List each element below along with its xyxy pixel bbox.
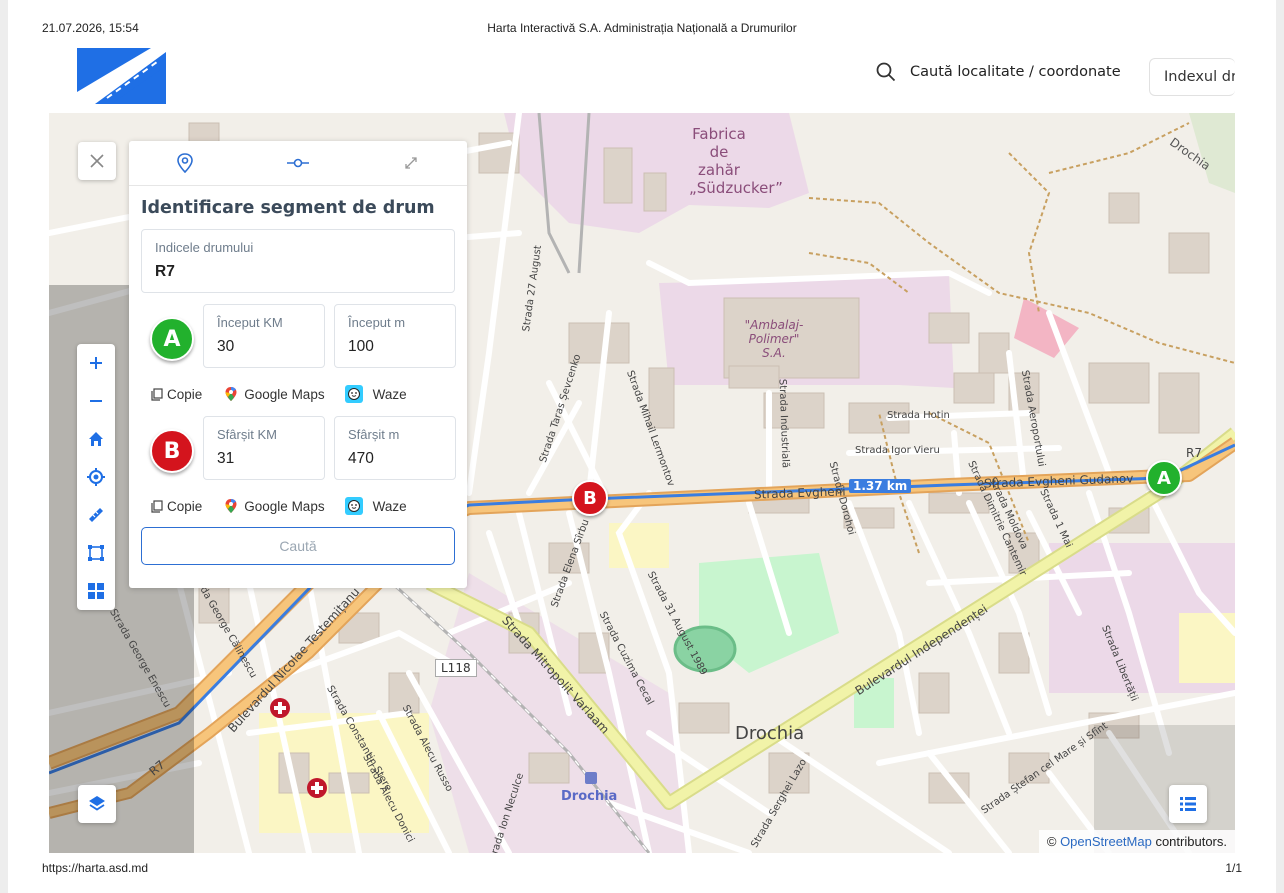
osm-link[interactable]: OpenStreetMap: [1060, 834, 1152, 849]
road-shield-l118: L118: [435, 659, 477, 677]
map-view[interactable]: Fabrica de zahăr „Südzucker” "Ambalaj- Poli…: [49, 113, 1235, 853]
start-copy-link[interactable]: Copie: [151, 387, 202, 402]
map-label-factory: Fabrica de zahăr „Südzucker”: [689, 125, 783, 197]
print-url: https://harta.asd.md: [42, 861, 149, 875]
map-label-ambalaj: "Ambalaj- Polimer" S.A.: [744, 318, 804, 360]
end-waze-link[interactable]: Waze: [344, 497, 407, 515]
end-km-field[interactable]: Sfârșit KM 31: [203, 416, 325, 480]
search-icon: [876, 62, 896, 82]
end-km-value: 31: [217, 450, 235, 467]
grid-icon: [88, 583, 104, 599]
start-km-label: Început KM: [217, 315, 283, 330]
tab-expand[interactable]: [354, 141, 467, 185]
zoom-in-button[interactable]: [77, 344, 115, 382]
tab-location[interactable]: [129, 141, 242, 185]
attribution-prefix: ©: [1046, 834, 1061, 849]
end-waze-label: Waze: [372, 498, 407, 514]
home-icon: [89, 432, 103, 446]
waze-icon: [344, 497, 363, 515]
route-marker-a[interactable]: A: [1146, 460, 1182, 496]
panel-tabs: [129, 141, 467, 186]
measure-button[interactable]: [77, 496, 115, 534]
start-m-value: 100: [348, 338, 374, 355]
start-waze-label: Waze: [372, 386, 407, 402]
end-point-badge: B: [150, 429, 194, 473]
plus-icon: [90, 357, 102, 369]
minus-icon: [90, 400, 102, 402]
attribution-suffix: contributors.: [1151, 834, 1227, 849]
end-copy-link[interactable]: Copie: [151, 499, 202, 514]
street-label-vieru: Strada Igor Vieru: [855, 445, 940, 456]
search-label: Caută localitate / coordonate: [910, 64, 1121, 80]
start-km-field[interactable]: Început KM 30: [203, 304, 325, 368]
list-icon: [1180, 797, 1196, 811]
print-page-number: 1/1: [1225, 861, 1242, 875]
grid-button[interactable]: [77, 572, 115, 610]
copy-icon: [151, 387, 163, 401]
layers-button[interactable]: [78, 785, 116, 823]
start-point-badge: A: [150, 317, 194, 361]
crosshair-icon: [87, 468, 105, 486]
map-label-station: Drochia: [561, 789, 618, 804]
end-m-field[interactable]: Sfârșit m 470: [334, 416, 456, 480]
draw-polygon-button[interactable]: [77, 534, 115, 572]
road-index-search-placeholder: Indexul dr: [1164, 69, 1235, 85]
start-waze-link[interactable]: Waze: [344, 385, 407, 403]
logo[interactable]: [77, 48, 166, 104]
ruler-icon: [89, 508, 103, 522]
start-google-maps-link[interactable]: Google Maps: [224, 386, 325, 402]
end-m-label: Sfârșit m: [348, 427, 400, 442]
start-m-field[interactable]: Început m 100: [334, 304, 456, 368]
street-label-hotin: Strada Hotin: [887, 410, 950, 421]
google-maps-icon: [225, 387, 237, 401]
layers-icon: [89, 796, 105, 811]
route-marker-b[interactable]: B: [572, 480, 608, 516]
end-google-maps-link[interactable]: Google Maps: [224, 498, 325, 514]
start-km-value: 30: [217, 338, 235, 355]
road-segment-panel: Identificare segment de drum Indicele dr…: [129, 141, 467, 588]
close-icon: [90, 154, 104, 168]
expand-icon: [405, 157, 417, 169]
start-copy-label: Copie: [167, 386, 203, 402]
location-pin-icon: [177, 153, 194, 173]
home-button[interactable]: [77, 420, 115, 458]
road-index-search-field[interactable]: Indexul dr: [1149, 58, 1235, 96]
route-distance-label: 1.37 km: [849, 479, 912, 493]
search-segment-button[interactable]: Caută: [141, 527, 455, 565]
start-links: Copie Google Maps Waze: [151, 385, 407, 403]
end-km-label: Sfârșit KM: [217, 427, 277, 442]
road-index-field[interactable]: Indicele drumului R7: [141, 229, 455, 293]
close-panel-button[interactable]: [78, 142, 116, 180]
route-segment-icon: [287, 158, 309, 168]
road-label-r7-ne: R7: [1186, 446, 1202, 460]
end-m-value: 470: [348, 450, 374, 467]
panel-title: Identificare segment de drum: [141, 198, 435, 218]
map-toolbar: [77, 344, 115, 610]
zoom-out-button[interactable]: [77, 382, 115, 420]
road-index-label: Indicele drumului: [155, 240, 254, 255]
polygon-icon: [88, 545, 104, 561]
start-m-label: Început m: [348, 315, 406, 330]
road-index-value: R7: [155, 263, 175, 280]
start-google-maps-label: Google Maps: [244, 386, 325, 402]
legend-button[interactable]: [1169, 785, 1207, 823]
end-copy-label: Copie: [167, 498, 203, 514]
google-maps-icon: [225, 499, 237, 513]
map-attribution: © OpenStreetMap contributors.: [1038, 830, 1235, 853]
print-title: Harta Interactivă S.A. Administrația Naț…: [487, 21, 797, 35]
map-label-city: Drochia: [735, 723, 805, 744]
end-links: Copie Google Maps Waze: [151, 497, 407, 515]
waze-icon: [344, 385, 363, 403]
tab-segment[interactable]: [242, 141, 355, 185]
locate-button[interactable]: [77, 458, 115, 496]
copy-icon: [151, 499, 163, 513]
header-search[interactable]: Caută localitate / coordonate: [876, 62, 1121, 82]
end-google-maps-label: Google Maps: [244, 498, 325, 514]
